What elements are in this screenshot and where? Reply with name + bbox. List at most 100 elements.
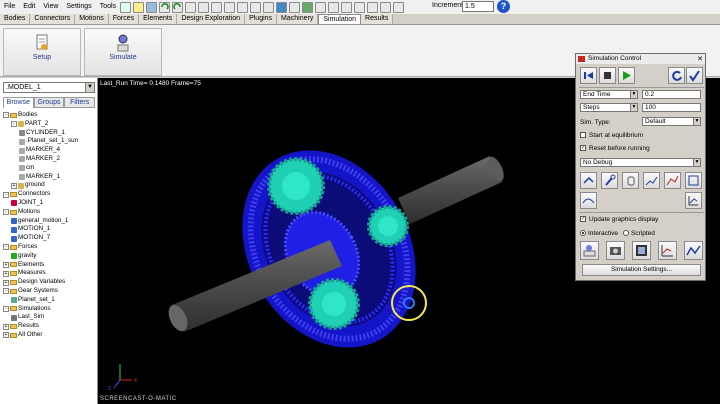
- simulation-settings-button[interactable]: Simulation Settings...: [582, 264, 701, 276]
- tab-bodies[interactable]: Bodies: [0, 14, 31, 24]
- shade-icon[interactable]: [302, 1, 313, 13]
- tree-item[interactable]: cm: [3, 164, 95, 173]
- tab-results[interactable]: Results: [361, 14, 394, 24]
- tree-item[interactable]: Last_Sim: [3, 313, 95, 322]
- camera-icon[interactable]: [606, 241, 625, 260]
- tab-machinery[interactable]: Machinery: [277, 14, 319, 24]
- tab-filters[interactable]: Filters: [64, 97, 96, 108]
- fit-icon[interactable]: [328, 1, 339, 13]
- tree-item[interactable]: CYLINDER_1: [3, 129, 95, 138]
- animation-icon[interactable]: [685, 172, 702, 189]
- tree-item[interactable]: + All Other: [3, 331, 95, 340]
- tree-item[interactable]: MOTION_7: [3, 234, 95, 243]
- tree-item[interactable]: - Forces: [3, 243, 95, 252]
- nonlinear-icon[interactable]: [580, 192, 597, 209]
- close-icon[interactable]: ✕: [697, 55, 703, 65]
- rotate-icon[interactable]: [354, 1, 365, 13]
- stop-button[interactable]: [599, 67, 616, 84]
- reset-button[interactable]: [668, 67, 685, 84]
- tab-simulation[interactable]: Simulation: [318, 14, 362, 24]
- tree-item[interactable]: + Design Variables: [3, 278, 95, 287]
- dialog-title-bar[interactable]: Simulation Control ✕: [576, 54, 705, 64]
- wireframe-icon[interactable]: [289, 1, 300, 13]
- tab-design-exploration[interactable]: Design Exploration: [177, 14, 246, 24]
- model-select[interactable]: .MODEL_1 ▼: [3, 82, 95, 93]
- planet-gear-3[interactable]: [308, 278, 360, 330]
- wrench-icon[interactable]: [601, 172, 618, 189]
- tab-forces[interactable]: Forces: [108, 14, 140, 24]
- planet-gear-2[interactable]: [367, 205, 409, 247]
- tree-item[interactable]: + Measures: [3, 269, 95, 278]
- tab-elements[interactable]: Elements: [139, 14, 178, 24]
- tree-item[interactable]: - PART_2: [3, 120, 95, 129]
- view-top-icon[interactable]: [263, 1, 274, 13]
- tree-item[interactable]: - Motions: [3, 208, 95, 217]
- undo-icon[interactable]: [159, 1, 170, 13]
- tree-item[interactable]: - Gear Systems: [3, 287, 95, 296]
- collapse-icon[interactable]: -: [3, 244, 9, 251]
- axes-icon[interactable]: [685, 192, 702, 209]
- pan-icon[interactable]: [367, 1, 378, 13]
- menu-file[interactable]: File: [0, 0, 19, 14]
- tree-item[interactable]: gravity: [3, 252, 95, 261]
- expand-icon[interactable]: +: [3, 270, 9, 277]
- increment-input[interactable]: 1.5: [462, 1, 494, 12]
- render-icon[interactable]: [276, 1, 287, 13]
- tree-item[interactable]: + ground: [3, 181, 95, 190]
- chart-icon[interactable]: [684, 241, 703, 260]
- measure-icon[interactable]: [664, 172, 681, 189]
- center-icon[interactable]: [380, 1, 391, 13]
- tab-groups[interactable]: Groups: [33, 97, 65, 108]
- menu-view[interactable]: View: [39, 0, 62, 14]
- view-front-icon[interactable]: [237, 1, 248, 13]
- collapse-icon[interactable]: -: [3, 288, 9, 295]
- tab-motions[interactable]: Motions: [75, 14, 109, 24]
- tree-item[interactable]: - Bodies: [3, 111, 95, 120]
- planet-gear-1[interactable]: [267, 157, 325, 215]
- open-icon[interactable]: [133, 1, 144, 13]
- simulate-button[interactable]: Simulate: [84, 28, 162, 76]
- interactive-radio[interactable]: Interactive: [580, 230, 618, 237]
- collapse-icon[interactable]: -: [3, 305, 9, 312]
- reset-before-running-checkbox[interactable]: ✓ Reset before running: [580, 145, 650, 152]
- tree-item[interactable]: MOTION_1: [3, 225, 95, 234]
- output-shaft[interactable]: [398, 155, 507, 224]
- paste-icon[interactable]: [211, 1, 222, 13]
- tab-browse[interactable]: Browse: [3, 97, 34, 108]
- zoom-icon[interactable]: [393, 1, 404, 13]
- steps-input[interactable]: 100: [642, 103, 701, 112]
- select-icon[interactable]: [185, 1, 196, 13]
- copy-icon[interactable]: [198, 1, 209, 13]
- tab-plugins[interactable]: Plugins: [245, 14, 278, 24]
- grid-icon[interactable]: [224, 1, 235, 13]
- collapse-icon[interactable]: -: [3, 209, 9, 216]
- play-button[interactable]: [618, 67, 635, 84]
- scripted-radio[interactable]: Scripted: [623, 230, 655, 237]
- steps-mode-select[interactable]: Steps ▼: [580, 103, 638, 112]
- tab-connectors[interactable]: Connectors: [30, 14, 76, 24]
- end-time-input[interactable]: 0.2: [642, 90, 701, 99]
- view-iso-icon[interactable]: [250, 1, 261, 13]
- tree-item[interactable]: MARKER_4: [3, 146, 95, 155]
- expand-icon[interactable]: +: [3, 332, 9, 339]
- update-graphics-checkbox[interactable]: ✓ Update graphics display: [580, 216, 658, 223]
- help-icon[interactable]: ?: [497, 0, 510, 13]
- tree-item[interactable]: JOINT_1: [3, 199, 95, 208]
- tree-item[interactable]: - Simulations: [3, 305, 95, 314]
- menu-settings[interactable]: Settings: [62, 0, 95, 14]
- end-mode-select[interactable]: End Time ▼: [580, 90, 638, 99]
- tree-item[interactable]: - Connectors: [3, 190, 95, 199]
- tree-item[interactable]: MARKER_1: [3, 173, 95, 182]
- tree-item[interactable]: MARKER_2: [3, 155, 95, 164]
- expand-icon[interactable]: +: [11, 182, 17, 189]
- save-icon[interactable]: [146, 1, 157, 13]
- expand-icon[interactable]: +: [3, 261, 9, 268]
- ok-button[interactable]: [686, 67, 703, 84]
- tree-item[interactable]: Planet_set_1: [3, 296, 95, 305]
- redo-icon[interactable]: [172, 1, 183, 13]
- collapse-icon[interactable]: -: [3, 112, 9, 119]
- menu-edit[interactable]: Edit: [19, 0, 39, 14]
- menu-tools[interactable]: Tools: [96, 0, 120, 14]
- interact-icon[interactable]: [580, 172, 597, 189]
- film-icon[interactable]: [632, 241, 651, 260]
